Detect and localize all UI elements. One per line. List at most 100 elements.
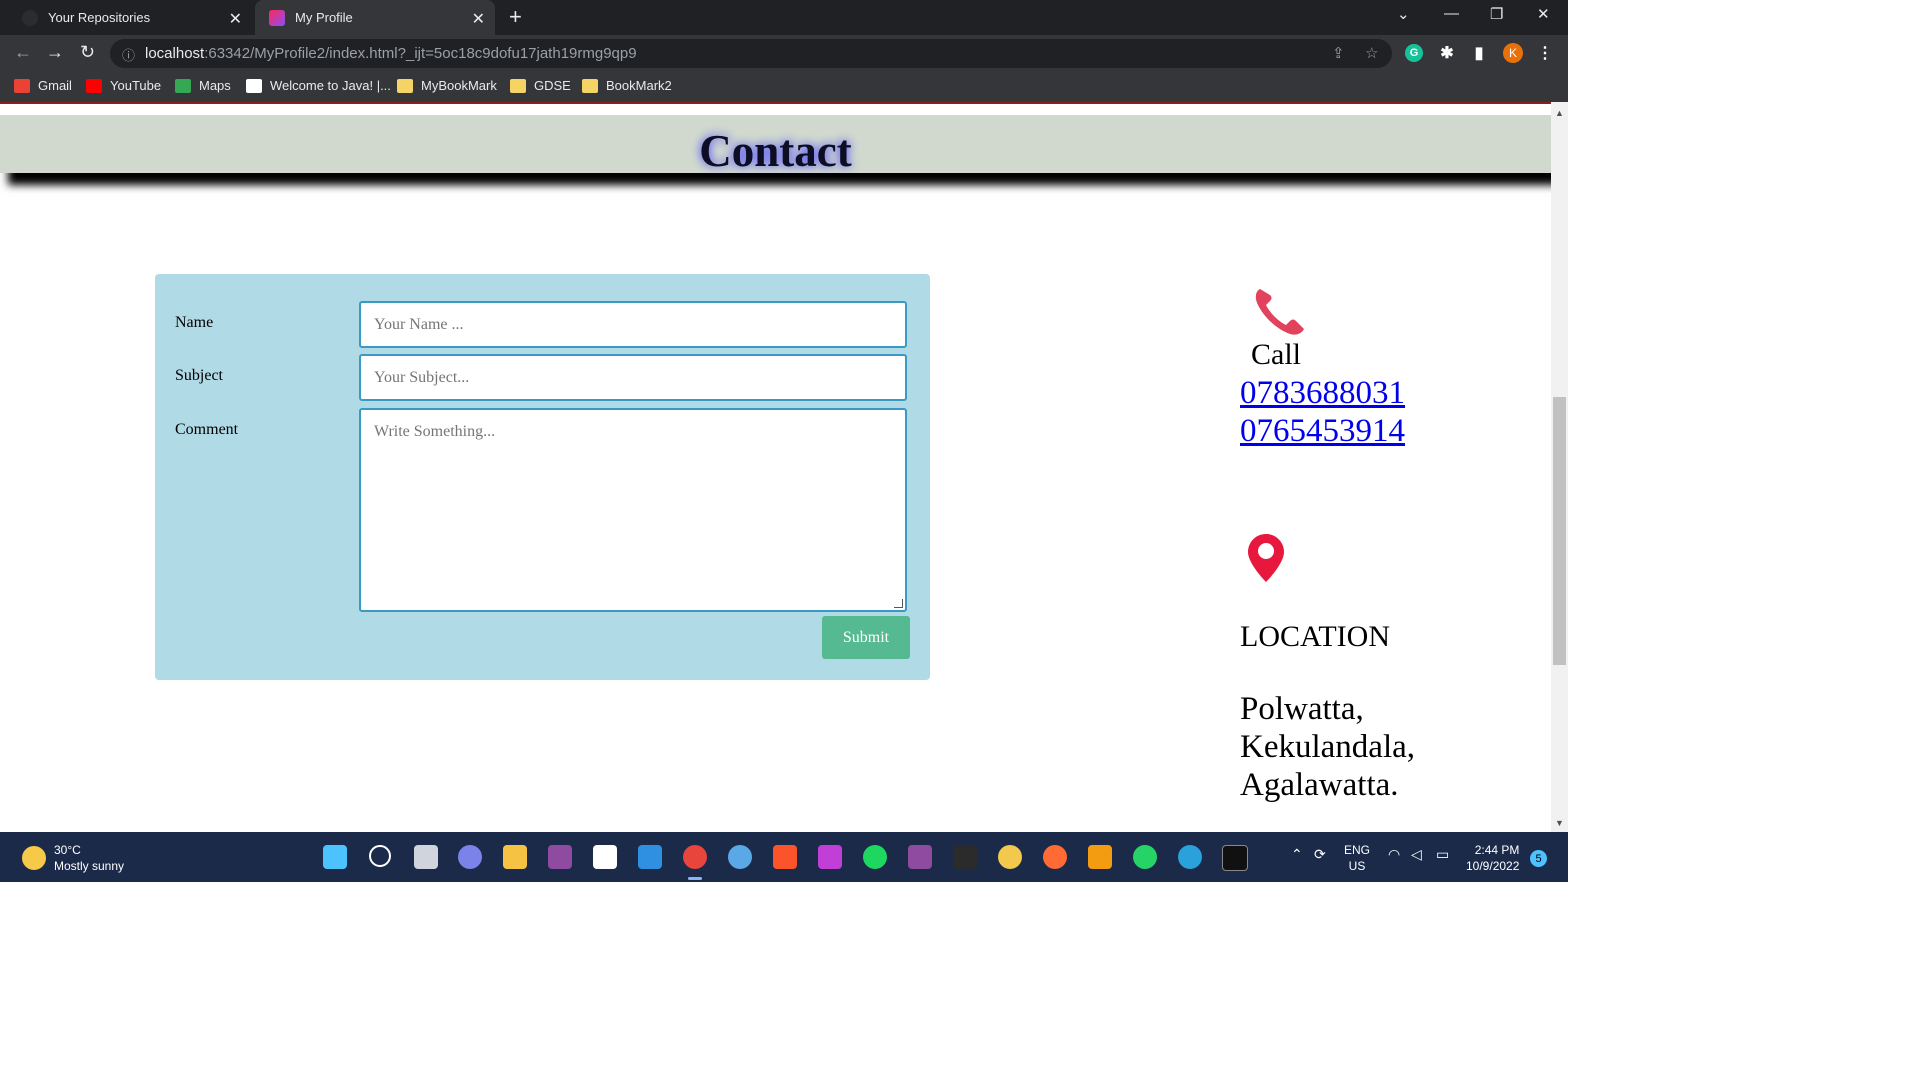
- file-explorer-icon[interactable]: [503, 845, 527, 869]
- site-info-icon[interactable]: ⓘ: [122, 45, 135, 64]
- bookmark-label: Gmail: [38, 78, 72, 93]
- tab-title: My Profile: [295, 10, 353, 25]
- address-line: Agalawatta.: [1240, 767, 1399, 803]
- phone-link[interactable]: 0783688031: [1240, 375, 1405, 411]
- scroll-up-icon[interactable]: ▲: [1555, 108, 1564, 118]
- telegram-icon[interactable]: [1178, 845, 1202, 869]
- bookmark-mybookmark[interactable]: MyBookMark: [397, 78, 497, 93]
- tab-title: Your Repositories: [48, 10, 151, 25]
- whatsapp-icon[interactable]: [1133, 845, 1157, 869]
- intellij-taskbar-icon[interactable]: [818, 845, 842, 869]
- url-text[interactable]: localhost:63342/MyProfile2/index.html?_i…: [145, 45, 637, 62]
- bookmark-youtube[interactable]: YouTube: [86, 78, 161, 93]
- subject-label: Subject: [175, 367, 223, 384]
- chrome-icon[interactable]: [683, 845, 707, 869]
- close-tab-icon[interactable]: ✕: [229, 9, 242, 29]
- temperature: 30°C: [54, 843, 81, 857]
- contact-header-bar: Contact: [0, 115, 1551, 176]
- scroll-down-icon[interactable]: ▼: [1555, 818, 1564, 828]
- intellij-icon: [269, 9, 285, 26]
- menu-icon[interactable]: ⋮: [1536, 44, 1554, 62]
- youtube-icon: [86, 78, 102, 93]
- bookmark-label: YouTube: [110, 78, 162, 93]
- location-title: LOCATION: [1240, 620, 1390, 653]
- tab-my-profile[interactable]: My Profile ✕: [255, 0, 495, 35]
- time: 2:44 PM: [1474, 843, 1520, 857]
- battery-icon[interactable]: ▭: [1436, 846, 1449, 862]
- tab-your-repositories[interactable]: Your Repositories ✕: [8, 0, 252, 35]
- reload-icon[interactable]: ↻: [80, 42, 95, 63]
- folder-icon: [582, 78, 598, 93]
- address-block: Polwatta, Kekulandala, Agalawatta.: [1240, 690, 1415, 804]
- notion-icon[interactable]: [593, 845, 617, 869]
- address-bar[interactable]: ⓘ localhost:63342/MyProfile2/index.html?…: [110, 39, 1392, 68]
- task-view-icon[interactable]: [414, 845, 438, 869]
- language-indicator[interactable]: ENG US: [1344, 842, 1370, 874]
- call-label: Call: [1251, 338, 1301, 371]
- side-panel-icon[interactable]: ▮: [1470, 44, 1488, 62]
- folder-icon: [397, 78, 413, 93]
- bookmark-java[interactable]: Welcome to Java! |...: [246, 78, 391, 93]
- teams-classic-icon[interactable]: [908, 845, 932, 869]
- subject-input[interactable]: Your Subject...: [359, 354, 907, 401]
- bookmark-star-icon[interactable]: ☆: [1365, 44, 1378, 62]
- weather-sun-icon: [22, 846, 46, 870]
- paint-icon[interactable]: [728, 845, 752, 869]
- location-pin-icon: [1248, 534, 1284, 582]
- back-icon[interactable]: ←: [14, 42, 32, 63]
- wifi-icon[interactable]: ◠: [1388, 846, 1400, 862]
- forward-icon[interactable]: →: [46, 42, 64, 63]
- tab-search-icon[interactable]: ⌄: [1397, 5, 1410, 23]
- close-window-button[interactable]: ✕: [1537, 5, 1550, 23]
- page-scrollbar[interactable]: ▲ ▼: [1551, 102, 1568, 832]
- teams-icon[interactable]: [548, 845, 572, 869]
- page-title: Contact: [699, 126, 852, 176]
- sync-icon[interactable]: ⟳: [1314, 846, 1326, 862]
- comment-placeholder: Write Something...: [374, 423, 496, 440]
- clock[interactable]: 2:44 PM 10/9/2022: [1466, 842, 1519, 874]
- chat-icon[interactable]: [458, 845, 482, 869]
- date: 10/9/2022: [1466, 859, 1520, 873]
- mysql-icon[interactable]: [953, 845, 977, 869]
- close-tab-icon[interactable]: ✕: [472, 9, 485, 29]
- new-tab-button[interactable]: +: [509, 4, 522, 30]
- vscode-icon[interactable]: [638, 845, 662, 869]
- volume-icon[interactable]: ◁: [1411, 846, 1422, 862]
- postman-icon[interactable]: [1043, 845, 1067, 869]
- minimize-button[interactable]: —: [1444, 5, 1459, 22]
- tab-strip: Your Repositories ✕ My Profile ✕ + ⌄ — ❐…: [0, 0, 1568, 35]
- name-input[interactable]: Your Name ...: [359, 301, 907, 348]
- profile-avatar[interactable]: K: [1503, 43, 1523, 63]
- search-icon[interactable]: [369, 845, 391, 867]
- grammarly-icon[interactable]: G: [1405, 44, 1423, 62]
- comment-textarea[interactable]: Write Something...: [359, 408, 907, 612]
- bookmark-maps[interactable]: Maps: [175, 78, 231, 93]
- extensions-icon[interactable]: ✱: [1438, 44, 1456, 62]
- app-icon[interactable]: [998, 845, 1022, 869]
- browser-toolbar: ← → ↻ ⓘ localhost:63342/MyProfile2/index…: [0, 35, 1568, 72]
- restore-button[interactable]: ❐: [1490, 5, 1503, 23]
- github-icon: [22, 9, 38, 26]
- weather-widget[interactable]: 30°C Mostly sunny: [22, 842, 124, 874]
- bookmark-gdse[interactable]: GDSE: [510, 78, 571, 93]
- show-hidden-icons[interactable]: ⌃: [1291, 846, 1303, 862]
- notification-badge[interactable]: 5: [1530, 850, 1547, 867]
- gmail-icon: [14, 78, 30, 93]
- submit-button[interactable]: Submit: [822, 616, 910, 659]
- bookmark-gmail[interactable]: Gmail: [14, 78, 72, 93]
- resize-handle-icon[interactable]: [894, 599, 903, 608]
- phone-link[interactable]: 0765453914: [1240, 413, 1405, 449]
- address-line: Kekulandala,: [1240, 729, 1416, 765]
- start-icon[interactable]: [323, 845, 347, 869]
- terminal-icon[interactable]: [1222, 845, 1248, 871]
- scroll-thumb[interactable]: [1553, 397, 1566, 665]
- share-icon[interactable]: ⇪: [1332, 44, 1345, 62]
- bookmark-label: BookMark2: [606, 78, 672, 93]
- brave-icon[interactable]: [773, 845, 797, 869]
- contact-form: Name Your Name ... Subject Your Subject.…: [155, 274, 930, 680]
- windows-taskbar: 30°C Mostly sunny ⌃ ⟳ ENG US ◠ ◁ ▭ 2:44 …: [0, 832, 1568, 882]
- sourcetree-icon[interactable]: [1088, 845, 1112, 869]
- java-site-icon: [246, 78, 262, 93]
- bookmark-bookmark2[interactable]: BookMark2: [582, 78, 672, 93]
- spotify-icon[interactable]: [863, 845, 887, 869]
